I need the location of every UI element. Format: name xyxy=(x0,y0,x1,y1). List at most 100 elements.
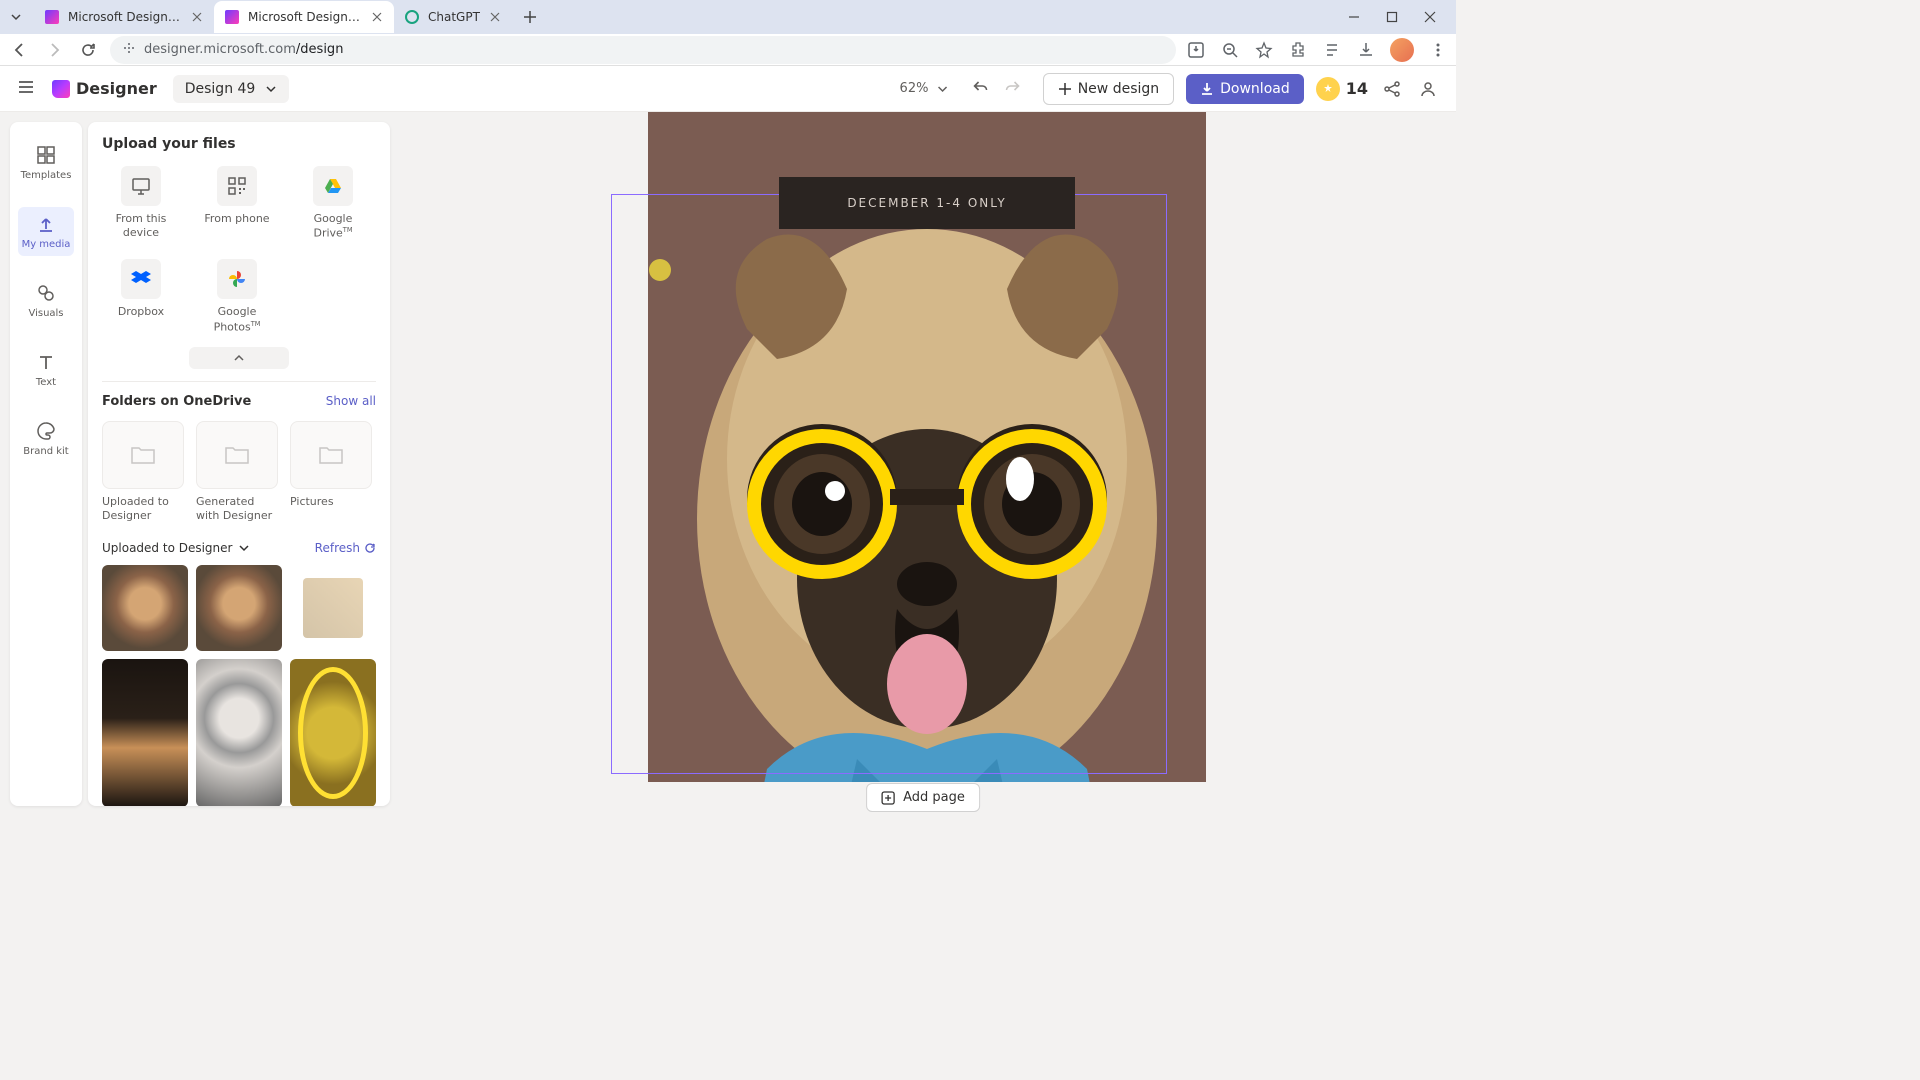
media-thumbnail-1[interactable] xyxy=(102,565,188,651)
profile-avatar[interactable] xyxy=(1390,38,1414,62)
upload-google-photos[interactable]: Google PhotosTM xyxy=(198,259,276,334)
text-icon xyxy=(35,351,57,373)
bookmark-icon[interactable] xyxy=(1254,40,1274,60)
folder-uploaded[interactable]: Uploaded to Designer xyxy=(102,421,184,524)
design-canvas[interactable]: DECEMBER 1-4 ONLY xyxy=(648,112,1206,782)
folders-title: Folders on OneDrive xyxy=(102,394,251,409)
rail-my-media[interactable]: My media xyxy=(18,207,74,256)
rail-text[interactable]: Text xyxy=(18,345,74,394)
rail-label: Brand kit xyxy=(23,446,68,457)
rail-templates[interactable]: Templates xyxy=(18,138,74,187)
chevron-down-icon[interactable] xyxy=(936,83,948,95)
upload-title: Upload your files xyxy=(102,136,376,152)
download-label: Download xyxy=(1220,81,1290,97)
refresh-label: Refresh xyxy=(315,541,360,555)
download-button[interactable]: Download xyxy=(1186,74,1304,104)
media-thumbnail-5[interactable] xyxy=(196,659,282,806)
designer-favicon-icon xyxy=(224,9,240,25)
folder-label: Generated with Designer xyxy=(196,495,278,524)
install-app-icon[interactable] xyxy=(1186,40,1206,60)
browser-tab-3[interactable]: ChatGPT xyxy=(394,1,512,33)
browser-tab-1[interactable]: Microsoft Designer - Stunning xyxy=(34,1,214,33)
show-all-link[interactable]: Show all xyxy=(326,394,376,408)
back-button[interactable] xyxy=(8,38,32,62)
close-tab-icon[interactable] xyxy=(488,10,502,24)
refresh-button[interactable]: Refresh xyxy=(315,541,376,555)
tab-search-dropdown[interactable] xyxy=(6,7,26,27)
refresh-icon xyxy=(364,542,376,554)
templates-icon xyxy=(35,144,57,166)
rail-label: Text xyxy=(36,377,56,388)
main-menu-button[interactable] xyxy=(16,77,36,101)
reload-button[interactable] xyxy=(76,38,100,62)
google-photos-icon xyxy=(217,259,257,299)
filter-label: Uploaded to Designer xyxy=(102,541,232,555)
canvas-area[interactable]: DECEMBER 1-4 ONLY Add page xyxy=(390,112,1456,816)
credits-indicator[interactable]: 14 xyxy=(1316,77,1368,101)
my-media-panel: Upload your files From this device From … xyxy=(88,122,390,806)
google-drive-icon xyxy=(313,166,353,206)
media-thumbnail-3[interactable] xyxy=(290,565,376,651)
banner-text: DECEMBER 1-4 ONLY xyxy=(847,196,1006,210)
upload-label: Google DriveTM xyxy=(294,212,372,241)
folder-label: Uploaded to Designer xyxy=(102,495,184,524)
media-thumbnail-2[interactable] xyxy=(196,565,282,651)
upload-from-device[interactable]: From this device xyxy=(102,166,180,241)
zoom-level[interactable]: 62% xyxy=(900,81,929,96)
downloads-icon[interactable] xyxy=(1356,40,1376,60)
minimize-window-button[interactable] xyxy=(1344,7,1364,27)
computer-icon xyxy=(121,166,161,206)
chatgpt-favicon-icon xyxy=(404,9,420,25)
tab-title: ChatGPT xyxy=(428,10,480,24)
maximize-window-button[interactable] xyxy=(1382,7,1402,27)
credits-count: 14 xyxy=(1346,79,1368,98)
tab-title: Microsoft Designer - Stunning xyxy=(248,10,362,24)
undo-button[interactable] xyxy=(972,78,990,100)
tab-title: Microsoft Designer - Stunning xyxy=(68,10,182,24)
chevron-down-icon xyxy=(238,542,250,554)
folder-generated[interactable]: Generated with Designer xyxy=(196,421,278,524)
redo-button[interactable] xyxy=(1002,78,1020,100)
coin-icon xyxy=(1316,77,1340,101)
media-thumbnail-6[interactable] xyxy=(290,659,376,806)
design-name-selector[interactable]: Design 49 xyxy=(173,75,290,103)
qr-icon xyxy=(217,166,257,206)
new-tab-button[interactable] xyxy=(516,3,544,31)
zoom-indicator-icon[interactable] xyxy=(1220,40,1240,60)
browser-address-bar: designer.microsoft.com/design xyxy=(0,34,1456,66)
folder-label: Pictures xyxy=(290,495,372,509)
account-button[interactable] xyxy=(1416,77,1440,101)
browser-menu-icon[interactable] xyxy=(1428,40,1448,60)
chevron-down-icon xyxy=(265,83,277,95)
close-window-button[interactable] xyxy=(1420,7,1440,27)
upload-from-phone[interactable]: From phone xyxy=(198,166,276,241)
side-rail: Templates My media Visuals Text Brand ki… xyxy=(10,122,82,806)
browser-tab-2-active[interactable]: Microsoft Designer - Stunning xyxy=(214,1,394,33)
canvas-text-banner[interactable]: DECEMBER 1-4 ONLY xyxy=(779,177,1075,229)
media-filter-dropdown[interactable]: Uploaded to Designer xyxy=(102,541,250,555)
url-input[interactable]: designer.microsoft.com/design xyxy=(110,36,1176,64)
media-thumbnail-4[interactable] xyxy=(102,659,188,806)
designer-logo[interactable]: Designer xyxy=(52,79,157,98)
upload-label: From phone xyxy=(204,212,269,226)
folder-pictures[interactable]: Pictures xyxy=(290,421,372,524)
collapse-upload-button[interactable] xyxy=(189,347,289,369)
folder-icon xyxy=(102,421,184,489)
palette-icon xyxy=(35,420,57,442)
forward-button[interactable] xyxy=(42,38,66,62)
rail-visuals[interactable]: Visuals xyxy=(18,276,74,325)
close-tab-icon[interactable] xyxy=(190,10,204,24)
upload-dropbox[interactable]: Dropbox xyxy=(102,259,180,334)
extensions-icon[interactable] xyxy=(1288,40,1308,60)
upload-label: Google PhotosTM xyxy=(198,305,276,334)
rail-brand-kit[interactable]: Brand kit xyxy=(18,414,74,463)
design-name: Design 49 xyxy=(185,81,256,97)
add-page-button[interactable]: Add page xyxy=(866,783,980,812)
reading-list-icon[interactable] xyxy=(1322,40,1342,60)
close-tab-icon[interactable] xyxy=(370,10,384,24)
new-design-button[interactable]: New design xyxy=(1043,73,1174,105)
canvas-image-pug[interactable] xyxy=(677,209,1177,782)
upload-google-drive[interactable]: Google DriveTM xyxy=(294,166,372,241)
site-info-icon[interactable] xyxy=(122,40,136,59)
share-button[interactable] xyxy=(1380,77,1404,101)
